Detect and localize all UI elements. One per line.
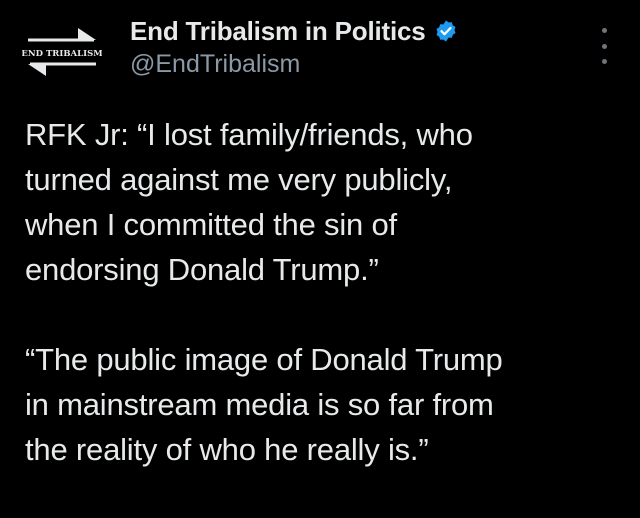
- svg-text:END TRIBALISM: END TRIBALISM: [22, 49, 102, 59]
- tweet-card: END TRIBALISM End Tribalism in Politics …: [0, 0, 640, 518]
- author-handle[interactable]: @EndTribalism: [130, 50, 458, 79]
- tweet-header: End Tribalism in Politics @EndTribalism: [130, 14, 458, 79]
- verified-badge-icon[interactable]: [434, 19, 458, 43]
- more-dot-icon: [601, 43, 607, 49]
- tweet-text: RFK Jr: “I lost family/friends, who turn…: [25, 112, 625, 472]
- avatar[interactable]: END TRIBALISM: [22, 18, 102, 82]
- more-dot-icon: [601, 59, 607, 64]
- name-row: End Tribalism in Politics: [130, 14, 458, 48]
- more-options-button[interactable]: [595, 28, 613, 64]
- author-display-name[interactable]: End Tribalism in Politics: [130, 16, 426, 47]
- tweet-paragraph: RFK Jr: “I lost family/friends, who turn…: [25, 117, 473, 287]
- more-dot-icon: [601, 28, 607, 33]
- end-tribalism-logo: END TRIBALISM: [22, 28, 102, 76]
- tweet-paragraph: “The public image of Donald Trump in mai…: [25, 342, 503, 467]
